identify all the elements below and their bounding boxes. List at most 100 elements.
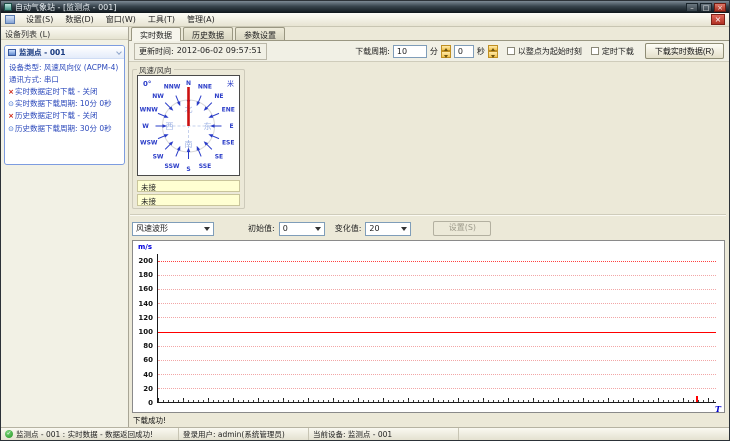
plot-area [157,254,716,403]
main-panel: 实时数据 历史数据 参数设置 更新时间: 2012-06-02 09:57:51… [129,27,729,427]
chevron-down-icon [401,226,408,231]
direction-arrow-icon [211,135,220,140]
direction-arrow-icon [205,143,213,150]
hour-align-label: 以整点为起始时刻 [517,46,582,56]
chart-controls: 风速波形 初始值: 0 变化值: 20 设置(S) [132,218,492,239]
y-tick-label: 60 [143,356,153,365]
compass-direction-label: WNW [140,107,159,114]
maximize-button[interactable]: □ [700,2,712,12]
device-panel-header[interactable]: 监测点 - 001 [5,46,124,59]
history-timed-download-line[interactable]: × 历史数据定时下载 - 关闭 [7,110,122,122]
minutes-input[interactable]: 10 [392,44,427,58]
history-timed-download-text: 历史数据定时下载 - 关闭 [15,111,98,121]
download-realtime-button[interactable]: 下载实时数据(R) [644,43,724,59]
status-empty-cell [459,428,729,440]
realtime-content: 风速/风向 N NNE NE ENE E ESE SE SSE S SSW SW WSW W WNW NW N… [129,63,729,427]
hour-align-checkbox[interactable] [506,47,515,55]
history-period-text: 历史数据下载周期: 30分 0秒 [15,123,112,133]
y-tick-label: 80 [143,342,153,351]
initial-value-select[interactable]: 0 [278,221,325,236]
seconds-down-button[interactable] [487,51,498,58]
wind-degree-label: 0° [143,80,151,88]
close-button[interactable]: × [714,2,726,12]
tab-history-data[interactable]: 历史数据 [183,27,233,40]
update-time-label: 更新时间: [139,46,174,56]
mdi-close-button[interactable]: × [711,14,725,25]
gridline [158,387,716,389]
compass-direction-label: NNE [198,83,212,90]
status-bar: ✓ 监测点 - 001 : 实时数据 - 数据返回成功! 登录用户: admin… [1,427,729,440]
compass-cardinal-label: 西 [166,122,174,131]
chevron-down-icon[interactable] [116,49,122,55]
compass-direction-label: NW [152,93,164,100]
realtime-period-line[interactable]: ⊙ 实时数据下载周期: 10分 0秒 [7,98,122,110]
tab-parameter-settings[interactable]: 参数设置 [235,27,285,40]
compass-direction-label: NE [214,93,223,100]
y-tick-label: 40 [143,370,153,379]
compass-cardinal-label: 东 [204,121,212,131]
clock-icon: ⊙ [8,100,14,109]
clock-icon: ⊙ [8,124,14,133]
sidebar-header: 设备列表 (L) [1,27,128,40]
mdi-child-icon[interactable] [5,15,15,24]
menu-admin[interactable]: 管理(A) [181,12,221,27]
y-tick-label: 200 [138,257,153,266]
login-user-cell: 登录用户: admin(系统管理员) [179,428,309,440]
tab-bar: 实时数据 历史数据 参数设置 [129,27,729,41]
status-message-cell: ✓ 监测点 - 001 : 实时数据 - 数据返回成功! [1,428,179,440]
direction-arrow-icon [197,148,202,157]
compass-direction-label: N [186,80,191,87]
realtime-timed-download-line[interactable]: × 实时数据定时下载 - 关闭 [7,86,122,98]
reference-line [158,331,716,333]
success-check-icon: ✓ [5,430,13,438]
monitor-icon [8,48,16,56]
timed-download-checkbox[interactable] [590,47,599,55]
compass-direction-label: SSW [165,163,180,170]
toolbar: 更新时间: 2012-06-02 09:57:51 下载周期: 10 分 0 秒… [129,41,729,62]
section-divider [130,214,726,216]
compass-direction-label: ENE [222,107,235,114]
x-axis-label: T [715,404,721,414]
gridline [158,345,716,347]
minutes-down-button[interactable] [440,51,451,58]
compass-direction-label: SSE [199,163,211,170]
menu-window[interactable]: 窗口(W) [100,12,142,27]
y-axis-labels: 0 20 40 60 80 100 120 140 160 180 200 [133,254,155,407]
minimize-button[interactable]: – [686,2,698,12]
update-time-value: 2012-06-02 09:57:51 [176,45,262,55]
change-value-select[interactable]: 20 [365,221,412,236]
window-title: 自动气象站 - [监测点 - 001] [15,2,117,12]
compass-direction-label: ESE [222,140,235,147]
gridline [158,359,716,361]
tab-realtime-data[interactable]: 实时数据 [131,27,181,41]
reference-line [158,261,716,263]
device-list-sidebar: 设备列表 (L) 监测点 - 001 设备类型: 风速风向仪 (ACPM-4) … [1,27,129,427]
y-tick-label: 100 [138,328,153,337]
settings-button[interactable]: 设置(S) [433,221,492,236]
compass-cardinal-label: 南 [185,139,193,149]
direction-arrow-icon [157,112,166,117]
y-tick-label: 160 [138,285,153,294]
current-device-cell: 当前设备: 监测点 - 001 [309,428,459,440]
y-axis-unit-label: m/s [138,243,153,251]
direction-arrow-icon [205,102,213,109]
direction-arrow-icon [175,148,180,157]
compass-direction-label: S [186,166,190,173]
direction-arrow-icon [175,95,180,104]
compass-direction-label: SE [215,154,223,161]
menu-tools[interactable]: 工具(T) [142,12,181,27]
y-tick-label: 120 [138,313,153,322]
menu-settings[interactable]: 设置(S) [20,12,59,27]
direction-arrow-icon [164,102,172,109]
menu-data[interactable]: 数据(D) [59,12,99,27]
y-tick-label: 180 [138,271,153,280]
download-period-label: 下载周期: [355,46,390,56]
wind-group: 风速/风向 N NNE NE ENE E ESE SE SSE S SSW SW WSW W WNW NW N… [132,65,245,209]
waveform-select[interactable]: 风速波形 [132,221,214,236]
seconds-input[interactable]: 0 [453,44,474,58]
menu-bar: 设置(S) 数据(D) 窗口(W) 工具(T) 管理(A) × [1,13,729,27]
compass-svg: NNNENEENEEESESESSESSSWSWWSWWWNWNWNNW北南东西… [140,79,235,173]
history-period-line[interactable]: ⊙ 历史数据下载周期: 30分 0秒 [7,123,122,135]
off-icon: × [8,112,14,121]
wind-compass: NNNENEENEEESESESSESSSWSWWSWWWNWNWNNW北南东西… [137,75,240,176]
